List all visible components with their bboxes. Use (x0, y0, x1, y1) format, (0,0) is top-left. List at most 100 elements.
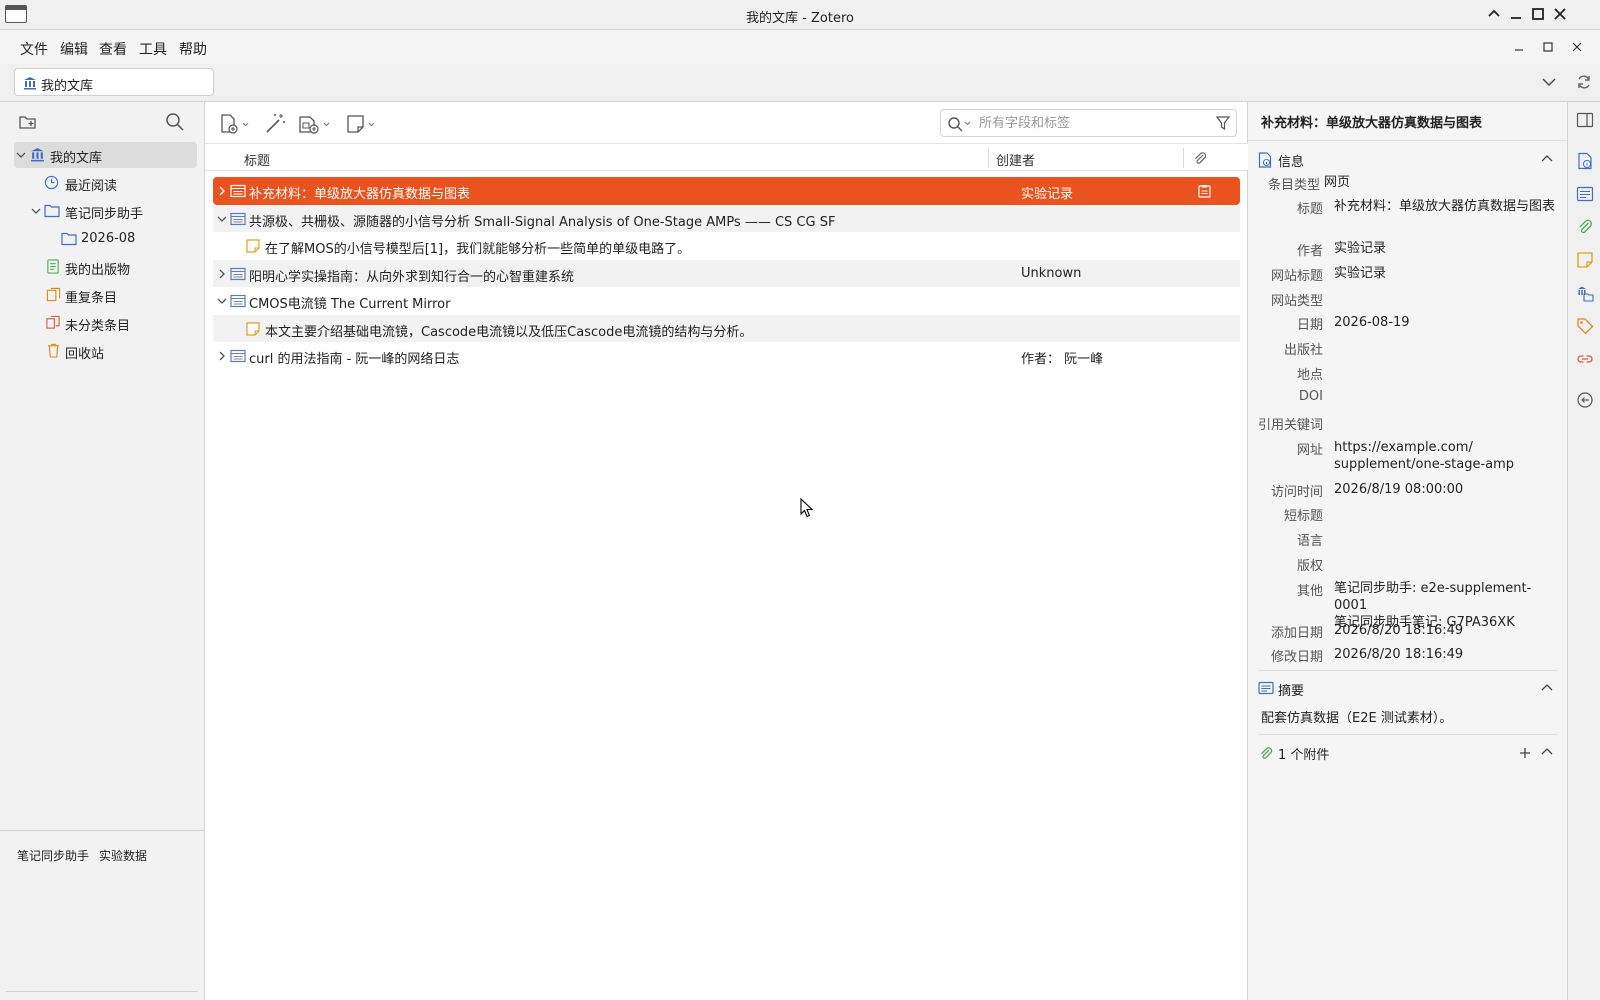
column-title[interactable]: 标题 (244, 150, 270, 169)
sync-icon[interactable] (1575, 73, 1593, 91)
minimize-icon[interactable] (1508, 6, 1524, 22)
info-section-header[interactable]: 信息 (1258, 149, 1558, 171)
chevron-right-icon[interactable] (217, 269, 227, 279)
chevron-down-icon[interactable] (217, 296, 227, 306)
item-row[interactable]: 补充材料：单级放大器仿真数据与图表 实验记录 (213, 177, 1240, 205)
info-icon[interactable] (1576, 152, 1594, 170)
collection-notes-sync[interactable]: 笔记同步助手 (14, 198, 197, 224)
chevron-down-icon[interactable] (1541, 76, 1557, 88)
item-row[interactable]: curl 的用法指南 - 阮一峰的网络日志 作者： 阮一峰 (213, 342, 1240, 370)
field-value[interactable]: 网页 (1324, 174, 1549, 191)
attachment-snapshot-icon[interactable] (1198, 184, 1211, 198)
chevron-right-icon[interactable] (217, 186, 227, 196)
chevron-right-icon[interactable] (217, 351, 227, 361)
collection-2026-08[interactable]: 2026-08 (14, 226, 197, 252)
collection-recent[interactable]: 最近阅读 (14, 170, 197, 196)
item-creator: 实验记录 (1021, 187, 1074, 202)
collection-duplicates[interactable]: 重复条目 (14, 282, 197, 308)
abstract-section-header[interactable]: 摘要 (1258, 678, 1558, 700)
app-minimize-icon[interactable] (1512, 40, 1526, 54)
folder-icon (44, 204, 60, 218)
menu-view[interactable]: 查看 (99, 39, 127, 59)
chevron-up-icon[interactable] (1540, 747, 1554, 757)
filter-icon[interactable] (1216, 116, 1230, 130)
related-icon[interactable] (1576, 350, 1594, 368)
item-pane-header-title[interactable]: 补充材料：单级放大器仿真数据与图表 (1261, 112, 1482, 131)
abstract-text[interactable]: 配套仿真数据（E2E 测试素材）。 (1261, 707, 1551, 726)
field-label: 标题 (1296, 202, 1323, 217)
field-value[interactable]: 实验记录 (1334, 265, 1559, 282)
item-row[interactable]: CMOS电流镜 The Current Mirror (213, 287, 1240, 315)
chevron-down-icon[interactable] (16, 150, 26, 160)
collection-label: 未分类条目 (65, 319, 131, 334)
collection-my-library[interactable]: 我的文库 (14, 142, 197, 168)
keep-above-icon[interactable] (1486, 6, 1502, 22)
menu-file[interactable]: 文件 (20, 39, 48, 59)
magic-wand-icon[interactable] (264, 110, 286, 138)
tags-icon[interactable] (1576, 317, 1594, 335)
tab-my-library[interactable]: 我的文库 (14, 68, 214, 96)
collection-unfiled[interactable]: 未分类条目 (14, 310, 197, 336)
collection-trash[interactable]: 回收站 (14, 338, 197, 364)
menu-tools[interactable]: 工具 (139, 39, 167, 59)
add-icon[interactable] (1518, 746, 1532, 760)
collection-label: 回收站 (65, 347, 105, 362)
attachments-section-header[interactable]: 1 个附件 (1258, 742, 1558, 764)
field-value[interactable]: 2026-08-19 (1334, 314, 1559, 331)
collection-label: 笔记同步助手 (65, 207, 144, 222)
item-row[interactable]: 在了解MOS的小信号模型后[1]，我们就能够分析一些简单的单级电路了。 (213, 232, 1240, 260)
notes-icon[interactable] (1576, 251, 1594, 269)
item-row[interactable]: 共源极、共栅极、源随器的小信号分析 Small-Signal Analysis … (213, 204, 1240, 232)
add-attachment-icon[interactable] (297, 110, 333, 138)
new-note-icon[interactable] (345, 110, 379, 138)
field-value[interactable]: https://example.com/ supplement/one-stag… (1334, 439, 1559, 473)
column-creator[interactable]: 创建者 (996, 150, 1035, 169)
item-row[interactable]: 本文主要介绍基础电流镜，Cascode电流镜以及低压Cascode电流镜的结构与… (213, 314, 1240, 342)
duplicate-icon (46, 287, 61, 302)
toggle-pane-icon[interactable] (1576, 111, 1594, 129)
menu-edit[interactable]: 编辑 (60, 39, 88, 59)
maximize-icon[interactable] (1530, 6, 1546, 22)
chevron-up-icon[interactable] (1540, 683, 1554, 693)
column-separator[interactable] (988, 148, 989, 168)
collection-my-publications[interactable]: 我的出版物 (14, 254, 197, 280)
field-value[interactable]: 2026/8/19 08:00:00 (1334, 481, 1559, 498)
locate-icon[interactable] (1576, 391, 1594, 409)
search-input[interactable] (979, 114, 1199, 132)
tag-experiment-data[interactable]: 实验数据 (99, 847, 147, 864)
libraries-collections-icon[interactable] (1576, 284, 1594, 302)
attachment-column-icon[interactable] (1192, 150, 1208, 166)
field-label: 版权 (1296, 559, 1323, 574)
chevron-down-icon[interactable] (31, 206, 41, 216)
search-icon[interactable] (165, 112, 185, 132)
note-icon (246, 321, 260, 336)
app-close-icon[interactable] (1570, 40, 1584, 54)
new-item-icon[interactable] (218, 110, 252, 138)
abstract-icon[interactable] (1576, 185, 1594, 203)
item-title: 在了解MOS的小信号模型后[1]，我们就能够分析一些简单的单级电路了。 (265, 242, 691, 257)
menu-help[interactable]: 帮助 (179, 39, 207, 59)
note-icon (246, 239, 260, 253)
field-value[interactable]: 补充材料：单级放大器仿真数据与图表 (1334, 198, 1559, 215)
field-value[interactable]: 实验记录 (1334, 240, 1559, 257)
tag-selector: 笔记同步助手 实验数据 (0, 830, 204, 1000)
close-icon[interactable] (1552, 6, 1568, 22)
items-search[interactable] (940, 109, 1237, 137)
field-label: 日期 (1296, 318, 1323, 333)
chevron-up-icon[interactable] (1540, 154, 1554, 164)
chevron-down-icon[interactable] (217, 214, 227, 224)
column-separator[interactable] (1183, 148, 1184, 168)
tag-notes-sync[interactable]: 笔记同步助手 (17, 847, 89, 864)
new-collection-icon[interactable] (18, 112, 38, 132)
app-maximize-icon[interactable] (1541, 40, 1555, 54)
item-row[interactable]: 阳明心学实操指南：从向外求到知行合一的心智重建系统 Unknown (213, 259, 1240, 287)
attachments-icon[interactable] (1576, 218, 1594, 236)
item-title: 本文主要介绍基础电流镜，Cascode电流镜以及低压Cascode电流镜的结构与… (265, 324, 753, 340)
mouse-cursor-icon (800, 498, 814, 518)
field-label: 语言 (1296, 534, 1323, 549)
item-title: curl 的用法指南 - 阮一峰的网络日志 (249, 352, 460, 367)
field-label: 修改日期 (1270, 650, 1323, 665)
webpage-icon (230, 294, 246, 308)
search-mode-icon[interactable] (947, 116, 973, 132)
field-label: 访问时间 (1270, 485, 1323, 500)
